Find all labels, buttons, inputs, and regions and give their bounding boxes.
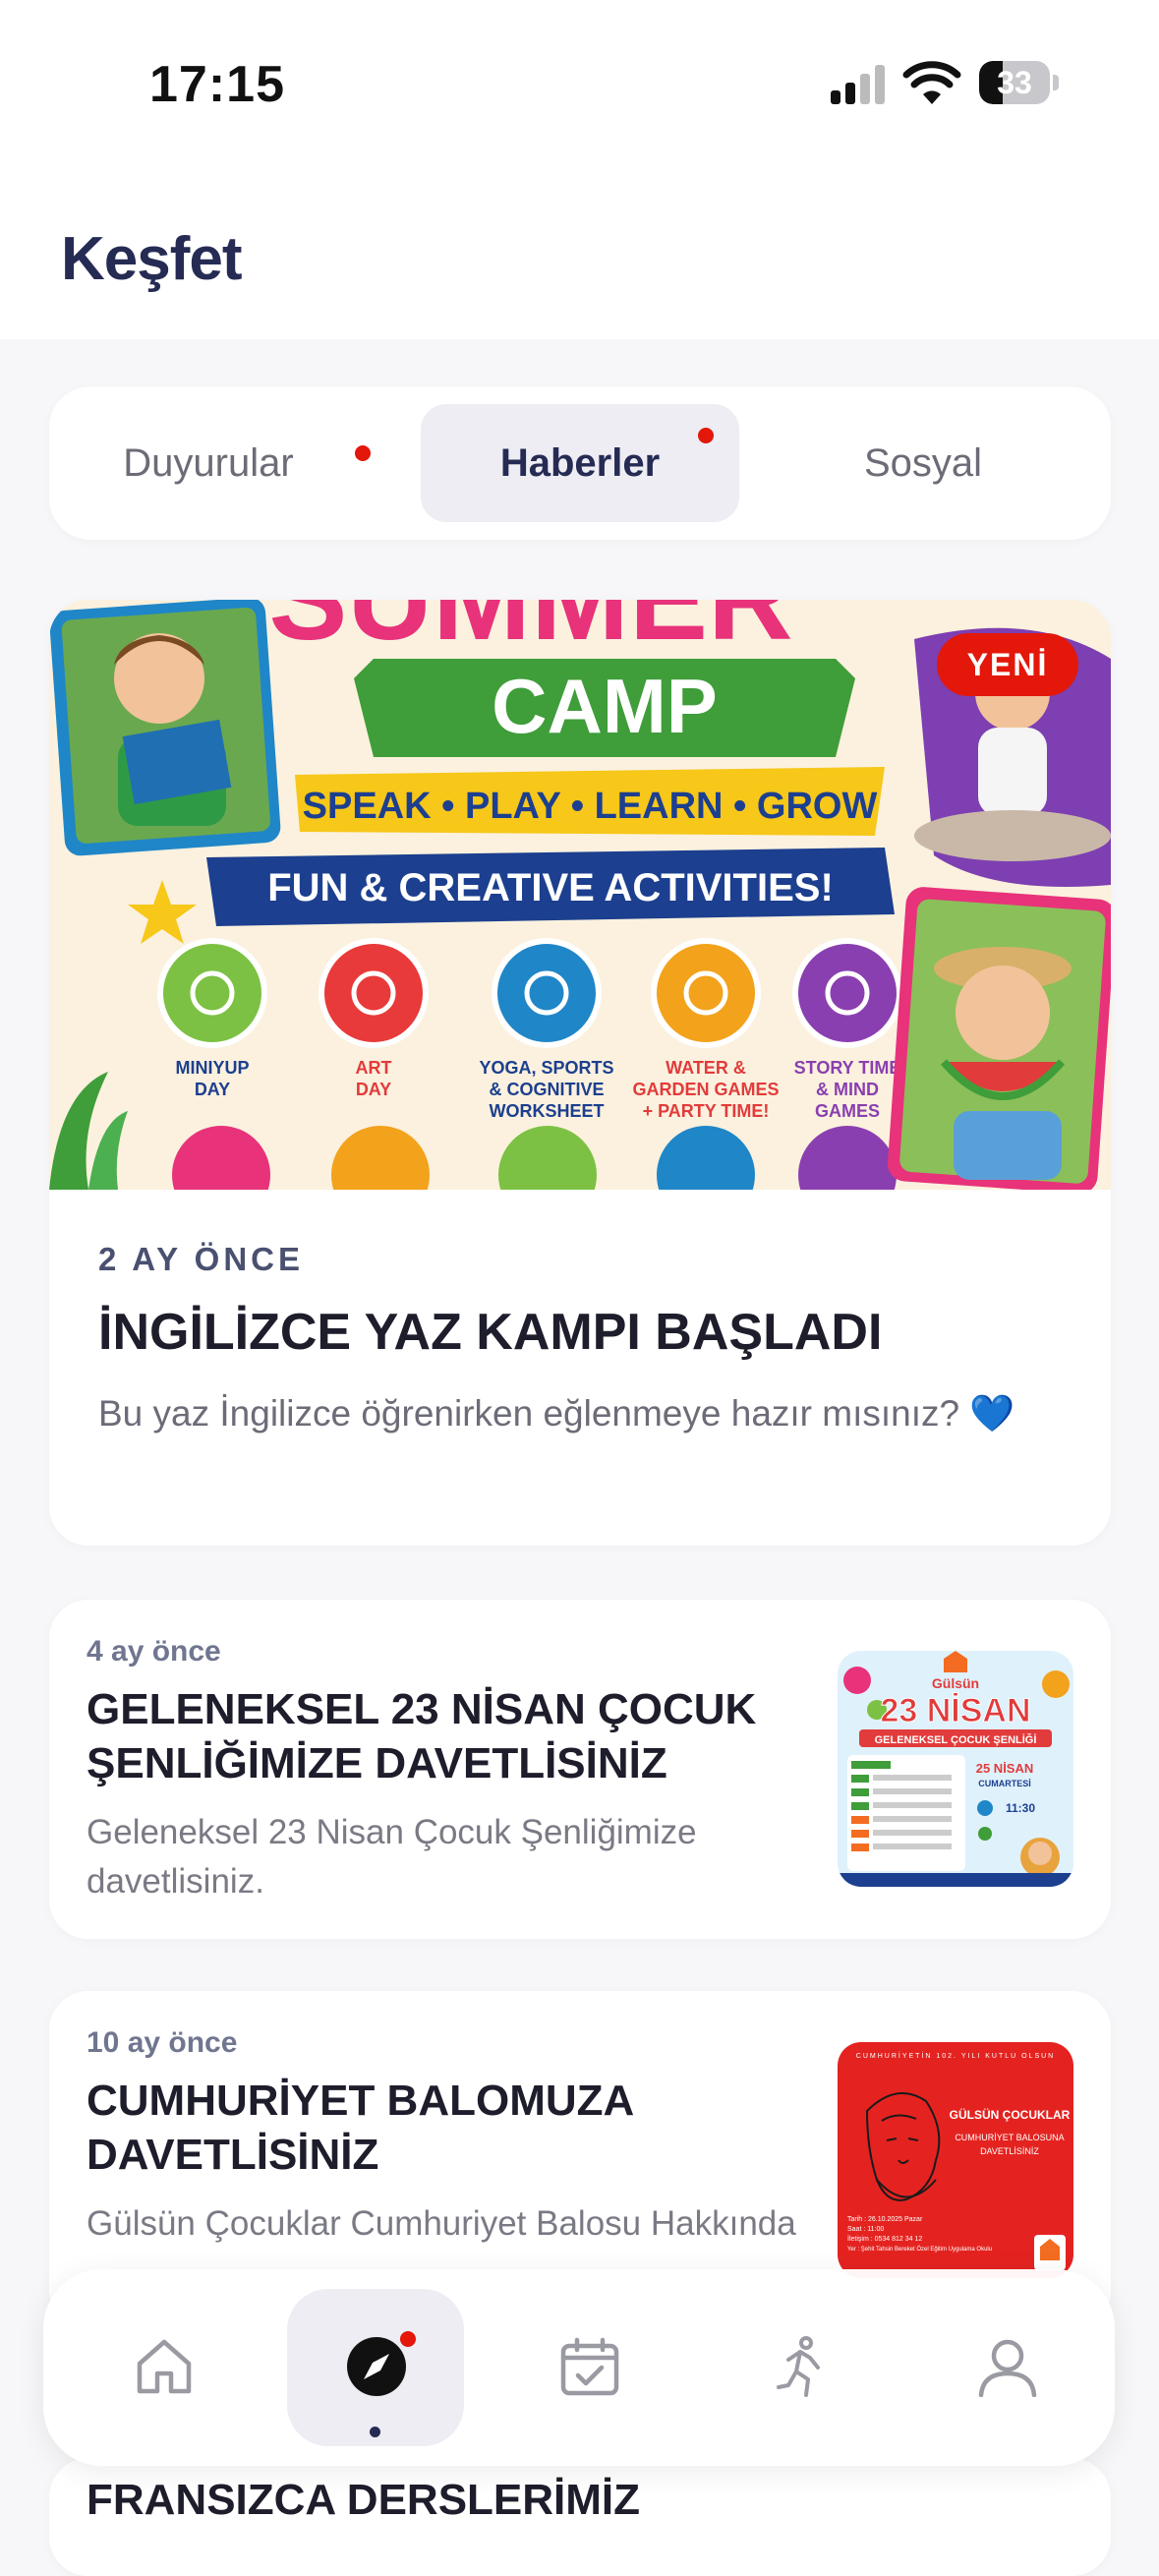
- segmented-tabs: Duyurular Haberler Sosyal: [49, 386, 1111, 540]
- news-title: CUMHURİYET BALOMUZA DAVETLİSİNİZ: [87, 2077, 633, 2179]
- activity-label: & MIND: [816, 1080, 879, 1099]
- watermelon-girl-photo: [888, 887, 1111, 1190]
- svg-text:GÜLSÜN ÇOCUKLAR: GÜLSÜN ÇOCUKLAR: [950, 2107, 1071, 2122]
- home-icon: [137, 2339, 192, 2394]
- status-time: 17:15: [149, 56, 285, 113]
- svg-text:CUMHURİYET BALOSUNA: CUMHURİYET BALOSUNA: [955, 2133, 1064, 2142]
- notification-dot: [397, 2328, 419, 2350]
- news-description: Gülsün Çocuklar Cumhuriyet Balosu Hakkın…: [87, 2204, 796, 2243]
- activity-label: YOGA, SPORTS: [479, 1058, 613, 1078]
- svg-text:23 NİSAN: 23 NİSAN: [880, 1692, 1030, 1729]
- tab-explore[interactable]: [287, 2289, 464, 2446]
- tab-calendar[interactable]: [500, 2289, 677, 2446]
- activity-label: ART: [356, 1058, 392, 1078]
- notification-dot: [355, 445, 371, 461]
- activity-label: WATER &: [666, 1058, 746, 1078]
- news-title: GELENEKSEL 23 NİSAN ÇOCUK ŞENLİĞİMİZE DA…: [87, 1685, 757, 1787]
- battery-level: 33: [997, 65, 1032, 100]
- news-card[interactable]: FRANSIZCA DERSLERİMİZ: [49, 2458, 1111, 2576]
- svg-text:İletişim : 0534 812 34 12: İletişim : 0534 812 34 12: [847, 2234, 922, 2243]
- news-card[interactable]: 4 ay önce GELENEKSEL 23 NİSAN ÇOCUK ŞENL…: [49, 1600, 1111, 1939]
- tab-label: Haberler: [499, 441, 661, 485]
- svg-text:Tarih : 26.10.2025 Pazar: Tarih : 26.10.2025 Pazar: [847, 2216, 923, 2223]
- compass-icon: [347, 2337, 406, 2396]
- page-title: Keşfet: [61, 225, 243, 293]
- tab-sosyal[interactable]: Sosyal: [764, 404, 1082, 522]
- svg-text:GELENEKSEL ÇOCUK ŞENLİĞİ: GELENEKSEL ÇOCUK ŞENLİĞİ: [875, 1733, 1037, 1746]
- svg-text:CUMHURİYETİN 102. YILI KUTLU O: CUMHURİYETİN 102. YILI KUTLU OLSUN: [856, 2051, 1055, 2060]
- news-description: Geleneksel 23 Nisan Çocuk Şenliğimize da…: [87, 1813, 697, 1901]
- activity-label: GARDEN GAMES: [632, 1080, 779, 1099]
- activity-label: + PARTY TIME!: [643, 1101, 770, 1121]
- news-time: 10 ay önce: [87, 2026, 238, 2059]
- poster-banner: FUN & CREATIVE ACTIVITIES!: [267, 866, 834, 909]
- tab-haberler[interactable]: Haberler: [421, 404, 739, 522]
- poster-camp: CAMP: [492, 663, 718, 749]
- featured-news-card[interactable]: SUMMER CAMP SPEAK • PLAY • LEARN • GROW …: [49, 600, 1111, 1546]
- notification-dot: [698, 428, 714, 443]
- new-badge: YENİ: [937, 633, 1078, 696]
- active-indicator: [370, 2427, 380, 2437]
- battery-icon: 33: [979, 61, 1060, 104]
- wifi-icon: [902, 61, 961, 104]
- news-time: 4 ay önce: [87, 1635, 221, 1668]
- tab-duyurular[interactable]: Duyurular: [49, 404, 371, 522]
- nisan-poster-thumbnail: Gülsün 23 NİSAN GELENEKSEL ÇOCUK ŞENLİĞİ…: [838, 1651, 1073, 1887]
- svg-text:DAVETLİSİNİZ: DAVETLİSİNİZ: [980, 2146, 1039, 2156]
- activity-label: STORY TIME: [794, 1058, 901, 1078]
- news-time: 2 AY ÖNCE: [98, 1241, 305, 1277]
- cumhuriyet-poster-thumbnail: CUMHURİYETİN 102. YILI KUTLU OLSUN GÜLSÜ…: [838, 2042, 1073, 2278]
- news-title: İNGİLİZCE YAZ KAMPI BAŞLADI: [98, 1304, 883, 1361]
- activity-label: MINIYUP: [175, 1058, 249, 1078]
- tab-label: Duyurular: [123, 441, 294, 485]
- svg-text:Yer : Şehit Tahsin Bereket Öze: Yer : Şehit Tahsin Bereket Özel Eğitim U…: [847, 2246, 992, 2253]
- svg-text:CUMARTESİ: CUMARTESİ: [978, 1779, 1031, 1788]
- activity-label: DAY: [195, 1080, 230, 1099]
- activity-label: DAY: [356, 1080, 391, 1099]
- svg-text:Gülsün: Gülsün: [932, 1675, 979, 1691]
- tab-activity[interactable]: [712, 2289, 889, 2446]
- svg-text:25 NİSAN: 25 NİSAN: [976, 1761, 1034, 1776]
- poster-headline: SUMMER: [268, 600, 792, 665]
- svg-text:11:30: 11:30: [1006, 1801, 1035, 1815]
- activity-icon: [777, 2336, 820, 2397]
- cellular-signal-icon: [831, 65, 885, 104]
- news-title: FRANSIZCA DERSLERİMİZ: [87, 2476, 641, 2524]
- activity-label: & COGNITIVE: [489, 1080, 604, 1099]
- page-header: Keşfet: [0, 167, 1159, 339]
- poster-tagline: SPEAK • PLAY • LEARN • GROW: [303, 786, 878, 827]
- profile-icon: [978, 2339, 1037, 2397]
- bottom-tab-bar: [43, 2269, 1115, 2466]
- boy-reading-photo: [49, 600, 281, 856]
- tab-profile[interactable]: [918, 2289, 1095, 2446]
- svg-text:Saat : 11:00: Saat : 11:00: [847, 2226, 884, 2233]
- activity-label: GAMES: [815, 1101, 880, 1121]
- tab-label: Sosyal: [863, 441, 983, 485]
- tab-home[interactable]: [75, 2289, 252, 2446]
- calendar-check-icon: [560, 2337, 619, 2396]
- news-description: Bu yaz İngilizce öğrenirken eğlenmeye ha…: [98, 1393, 1015, 1434]
- activity-label: WORKSHEET: [490, 1101, 605, 1121]
- status-bar: 17:15 33: [0, 0, 1159, 167]
